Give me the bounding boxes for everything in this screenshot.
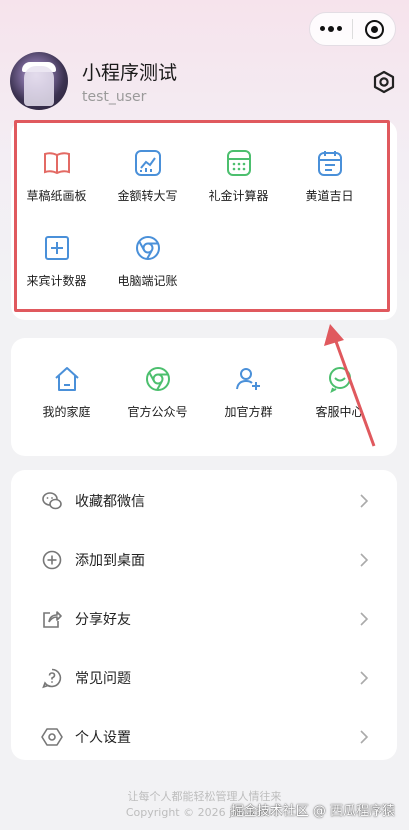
menu-label: 收藏都微信 [75, 494, 145, 510]
menu-item-faq[interactable]: 常见问题 [11, 649, 397, 707]
social-my-family[interactable]: 我的家庭 [21, 364, 112, 420]
social-label: 加官方群 [224, 405, 273, 419]
share-icon [43, 611, 62, 628]
chevron-right-icon [360, 671, 369, 685]
tool-amount-uppercase[interactable]: 金额转大写 [102, 148, 193, 204]
wechat-outline-icon [42, 492, 62, 510]
tool-label: 电脑端记账 [117, 274, 178, 288]
menu-card: 收藏都微信 添加到桌面 分享好友 常见问题 个人设置 [11, 470, 397, 760]
social-join-group[interactable]: 加官方群 [203, 364, 294, 420]
plus-square-icon [44, 236, 69, 260]
add-user-icon [235, 368, 260, 390]
tool-lucky-day[interactable]: 黄道吉日 [284, 148, 375, 204]
chart-up-icon [134, 150, 161, 176]
menu-item-add-desktop[interactable]: 添加到桌面 [11, 531, 397, 589]
hexagon-icon [41, 728, 63, 746]
menu-item-share-friends[interactable]: 分享好友 [11, 590, 397, 648]
tool-guest-counter[interactable]: 来宾计数器 [11, 233, 102, 289]
chevron-right-icon [360, 494, 369, 508]
chrome-icon [135, 236, 160, 260]
avatar[interactable] [10, 52, 68, 110]
tool-label: 草稿纸画板 [26, 189, 87, 203]
social-card: 我的家庭 官方公众号 加官方群 客服中心 [11, 338, 397, 456]
chrome-green-icon [145, 367, 170, 391]
tools-row-1: 草稿纸画板 金额转大写 礼金计算器 黄道吉日 [11, 148, 397, 204]
chevron-right-icon [360, 730, 369, 744]
wechat-icon [328, 367, 351, 393]
calculator-icon [226, 150, 251, 176]
book-icon [43, 152, 70, 175]
question-icon [42, 668, 62, 689]
menu-label: 常见问题 [75, 671, 131, 687]
social-official-account[interactable]: 官方公众号 [112, 364, 203, 420]
social-label: 客服中心 [315, 405, 364, 419]
calendar-icon [317, 151, 342, 176]
watermark: 掘金技术社区 @ 西瓜程序猿 [230, 804, 395, 819]
plus-circle-icon [42, 550, 62, 570]
chevron-right-icon [360, 553, 369, 567]
tools-row-2: 来宾计数器 电脑端记账 [11, 233, 397, 289]
target-close-icon [364, 19, 384, 39]
profile-id: test_user [82, 89, 147, 105]
tool-label: 黄道吉日 [305, 189, 354, 203]
menu-label: 分享好友 [75, 612, 131, 628]
tool-label: 金额转大写 [117, 189, 178, 203]
social-row: 我的家庭 官方公众号 加官方群 客服中心 [21, 364, 407, 420]
more-button[interactable] [310, 13, 352, 45]
tools-card: 草稿纸画板 金额转大写 礼金计算器 黄道吉日 来宾计数器 电脑端记账 [11, 120, 397, 320]
tool-label: 礼金计算器 [208, 189, 269, 203]
social-label: 官方公众号 [127, 405, 188, 419]
social-customer-service[interactable]: 客服中心 [294, 364, 385, 420]
tool-gift-calculator[interactable]: 礼金计算器 [193, 148, 284, 204]
home-icon [54, 367, 79, 391]
menu-item-personal-settings[interactable]: 个人设置 [11, 708, 397, 766]
tool-draft-board[interactable]: 草稿纸画板 [11, 148, 102, 204]
close-button[interactable] [353, 13, 395, 45]
social-label: 我的家庭 [42, 405, 91, 419]
hexagon-settings-icon[interactable] [372, 70, 396, 94]
miniprogram-capsule [309, 12, 396, 46]
menu-item-favorite-wechat[interactable]: 收藏都微信 [11, 472, 397, 530]
menu-label: 个人设置 [75, 730, 131, 746]
menu-label: 添加到桌面 [75, 553, 145, 569]
tool-label: 来宾计数器 [26, 274, 87, 288]
profile-name: 小程序测试 [82, 62, 178, 84]
more-dots-icon [320, 26, 342, 32]
tool-pc-accounting[interactable]: 电脑端记账 [102, 233, 193, 289]
chevron-right-icon [360, 612, 369, 626]
